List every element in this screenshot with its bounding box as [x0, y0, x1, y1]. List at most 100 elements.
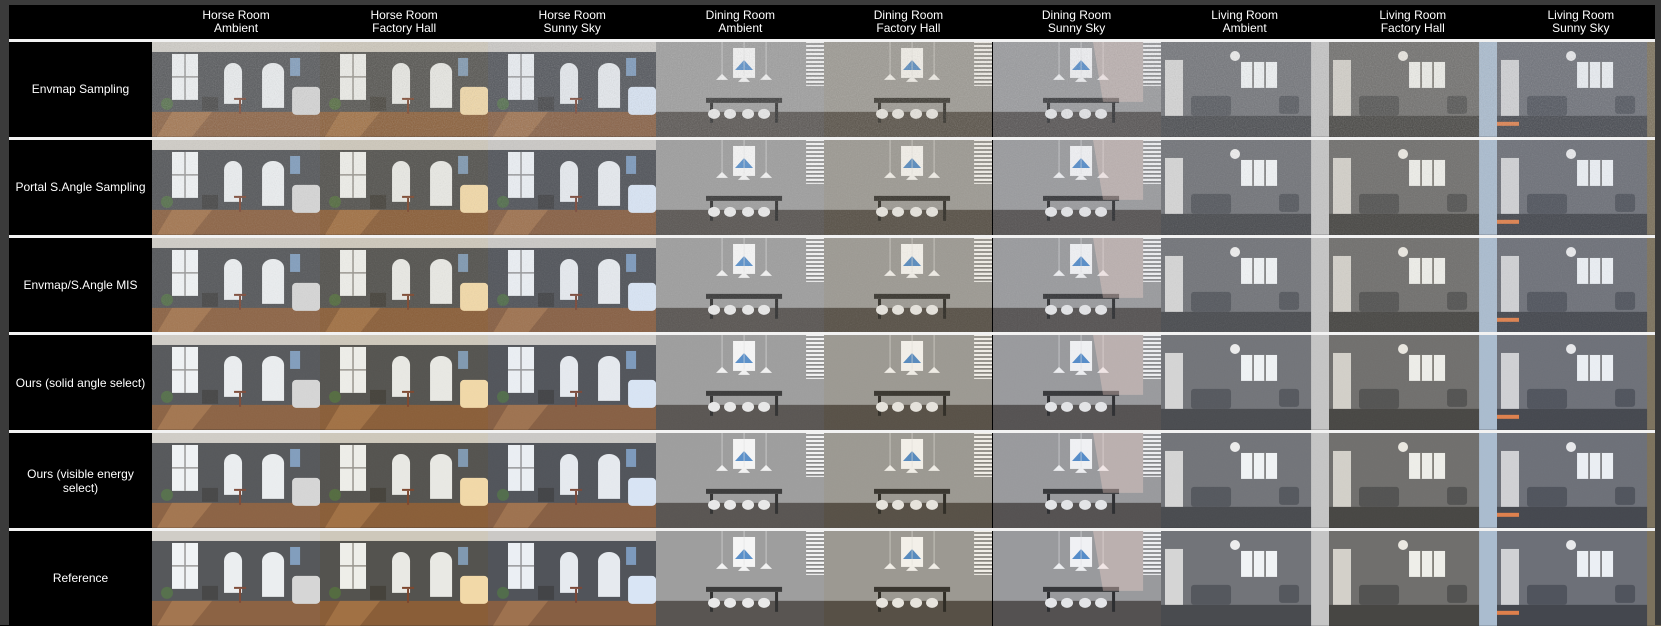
- sampling-noise: [152, 139, 321, 235]
- column-header-living-room-ambient: Living Room Ambient: [1161, 4, 1329, 40]
- column-header-dining-room-ambient: Dining Room Ambient: [656, 4, 824, 40]
- sampling-noise: [1497, 433, 1661, 528]
- render-image: [1160, 531, 1329, 626]
- column-header-horse-room-sunny-sky: Horse Room Sunny Sky: [488, 4, 656, 40]
- comparison-figure: Horse Room Ambient Horse Room Factory Hall H…: [0, 0, 1661, 626]
- render-image: [992, 42, 1161, 137]
- render-living-room-factory-hall-ours-solid-angle-select: [1328, 335, 1497, 431]
- row-separator: [9, 332, 1655, 336]
- sampling-noise: [992, 335, 1161, 431]
- render-horse-room-sunny-sky-envmap-s-angle-mis: [488, 237, 657, 333]
- render-image: [1328, 42, 1497, 137]
- render-dining-room-ambient-ours-visible-energy-select: [656, 433, 825, 528]
- sampling-noise: [1160, 139, 1329, 235]
- lighting-tint: [488, 531, 657, 626]
- render-image: [656, 531, 825, 626]
- sampling-noise: [1160, 237, 1329, 333]
- render-horse-room-ambient-portal-s-angle-sampling: [152, 139, 321, 235]
- render-horse-room-ambient-envmap-sampling: [152, 42, 321, 137]
- row-label-portal-s-angle-sampling: Portal S.Angle Sampling: [15, 180, 146, 195]
- column-lighting: Sunny Sky: [543, 21, 601, 35]
- sampling-noise: [656, 237, 825, 333]
- render-image: [1496, 433, 1661, 528]
- render-living-room-sunny-sky-reference: [1496, 531, 1661, 626]
- column-lighting: Ambient: [214, 21, 259, 35]
- sampling-noise: [824, 139, 993, 235]
- row-label-ours-visible-energy-select: Ours (visible energy select): [27, 466, 134, 495]
- column-lighting: Factory Hall: [1380, 21, 1445, 35]
- render-image: [1496, 237, 1661, 333]
- render-image: [152, 139, 321, 235]
- render-dining-room-ambient-envmap-s-angle-mis: [656, 237, 825, 333]
- render-image: [1160, 139, 1329, 235]
- render-image: [824, 433, 993, 528]
- column-lighting: Sunny Sky: [1047, 21, 1106, 35]
- render-horse-room-sunny-sky-ours-solid-angle-select: [488, 335, 657, 431]
- render-horse-room-ambient-ours-visible-energy-select: [152, 433, 321, 528]
- render-dining-room-factory-hall-reference: [824, 531, 993, 626]
- render-dining-room-factory-hall-envmap-sampling: [824, 42, 993, 137]
- sampling-noise: [824, 335, 993, 431]
- render-image: [824, 237, 993, 333]
- render-living-room-sunny-sky-envmap-s-angle-mis: [1496, 237, 1661, 333]
- column-header-living-room-sunny-sky: Living Room Sunny Sky: [1497, 4, 1661, 40]
- sampling-noise: [488, 237, 657, 333]
- row-separator: [9, 136, 1655, 140]
- sampling-noise: [1496, 237, 1661, 333]
- sampling-noise: [656, 433, 824, 528]
- render-horse-room-sunny-sky-portal-s-angle-sampling: [488, 139, 657, 235]
- render-living-room-ambient-ours-visible-energy-select: [1160, 433, 1329, 528]
- render-image: [1328, 335, 1497, 431]
- sampling-noise: [1496, 139, 1661, 235]
- render-dining-room-factory-hall-envmap-s-angle-mis: [824, 237, 993, 333]
- render-dining-room-sunny-sky-ours-visible-energy-select: [992, 433, 1161, 528]
- column-header-living-room-factory-hall: Living Room Factory Hall: [1329, 4, 1497, 40]
- render-image: [152, 237, 321, 333]
- render-image: [1160, 433, 1329, 528]
- render-living-room-factory-hall-reference: [1328, 531, 1497, 626]
- sampling-noise: [1328, 335, 1497, 431]
- column-lighting: Factory Hall: [876, 21, 941, 35]
- sampling-noise: [1160, 335, 1329, 431]
- sampling-noise: [152, 335, 321, 431]
- lighting-tint: [992, 531, 1161, 626]
- render-image: [1160, 335, 1329, 431]
- render-image: [488, 139, 657, 235]
- sampling-noise: [488, 42, 657, 137]
- render-image: [1328, 433, 1497, 528]
- sampling-noise: [152, 433, 320, 528]
- sampling-noise: [656, 42, 825, 137]
- render-image: [488, 433, 657, 528]
- render-image: [656, 433, 825, 528]
- sampling-noise: [1496, 42, 1661, 137]
- render-living-room-factory-hall-envmap-sampling: [1328, 42, 1497, 137]
- render-living-room-ambient-ours-solid-angle-select: [1160, 335, 1329, 431]
- render-living-room-factory-hall-portal-s-angle-sampling: [1328, 139, 1497, 235]
- render-living-room-ambient-envmap-sampling: [1160, 42, 1329, 137]
- render-living-room-ambient-portal-s-angle-sampling: [1160, 139, 1329, 235]
- sampling-noise: [1496, 335, 1661, 431]
- column-lighting: Ambient: [718, 21, 763, 35]
- render-dining-room-ambient-envmap-sampling: [656, 42, 825, 137]
- sampling-noise: [824, 433, 992, 528]
- render-living-room-sunny-sky-ours-visible-energy-select: [1496, 433, 1661, 528]
- render-image: [656, 335, 825, 431]
- render-dining-room-factory-hall-ours-solid-angle-select: [824, 335, 993, 431]
- render-image: [152, 531, 321, 626]
- render-dining-room-factory-hall-ours-visible-energy-select: [824, 433, 993, 528]
- render-image: [1160, 42, 1329, 137]
- render-dining-room-ambient-portal-s-angle-sampling: [656, 139, 825, 235]
- render-living-room-sunny-sky-portal-s-angle-sampling: [1496, 139, 1661, 235]
- sampling-noise: [824, 237, 993, 333]
- render-image: [152, 42, 321, 137]
- render-dining-room-sunny-sky-ours-solid-angle-select: [992, 335, 1161, 431]
- sampling-noise: [656, 139, 825, 235]
- render-dining-room-factory-hall-portal-s-angle-sampling: [824, 139, 993, 235]
- render-image: [320, 433, 489, 528]
- sampling-noise: [320, 42, 489, 137]
- render-dining-room-sunny-sky-reference: [992, 531, 1161, 626]
- render-image: [152, 335, 321, 431]
- lighting-tint: [1160, 531, 1329, 626]
- render-image: [824, 335, 993, 431]
- render-image: [824, 531, 993, 626]
